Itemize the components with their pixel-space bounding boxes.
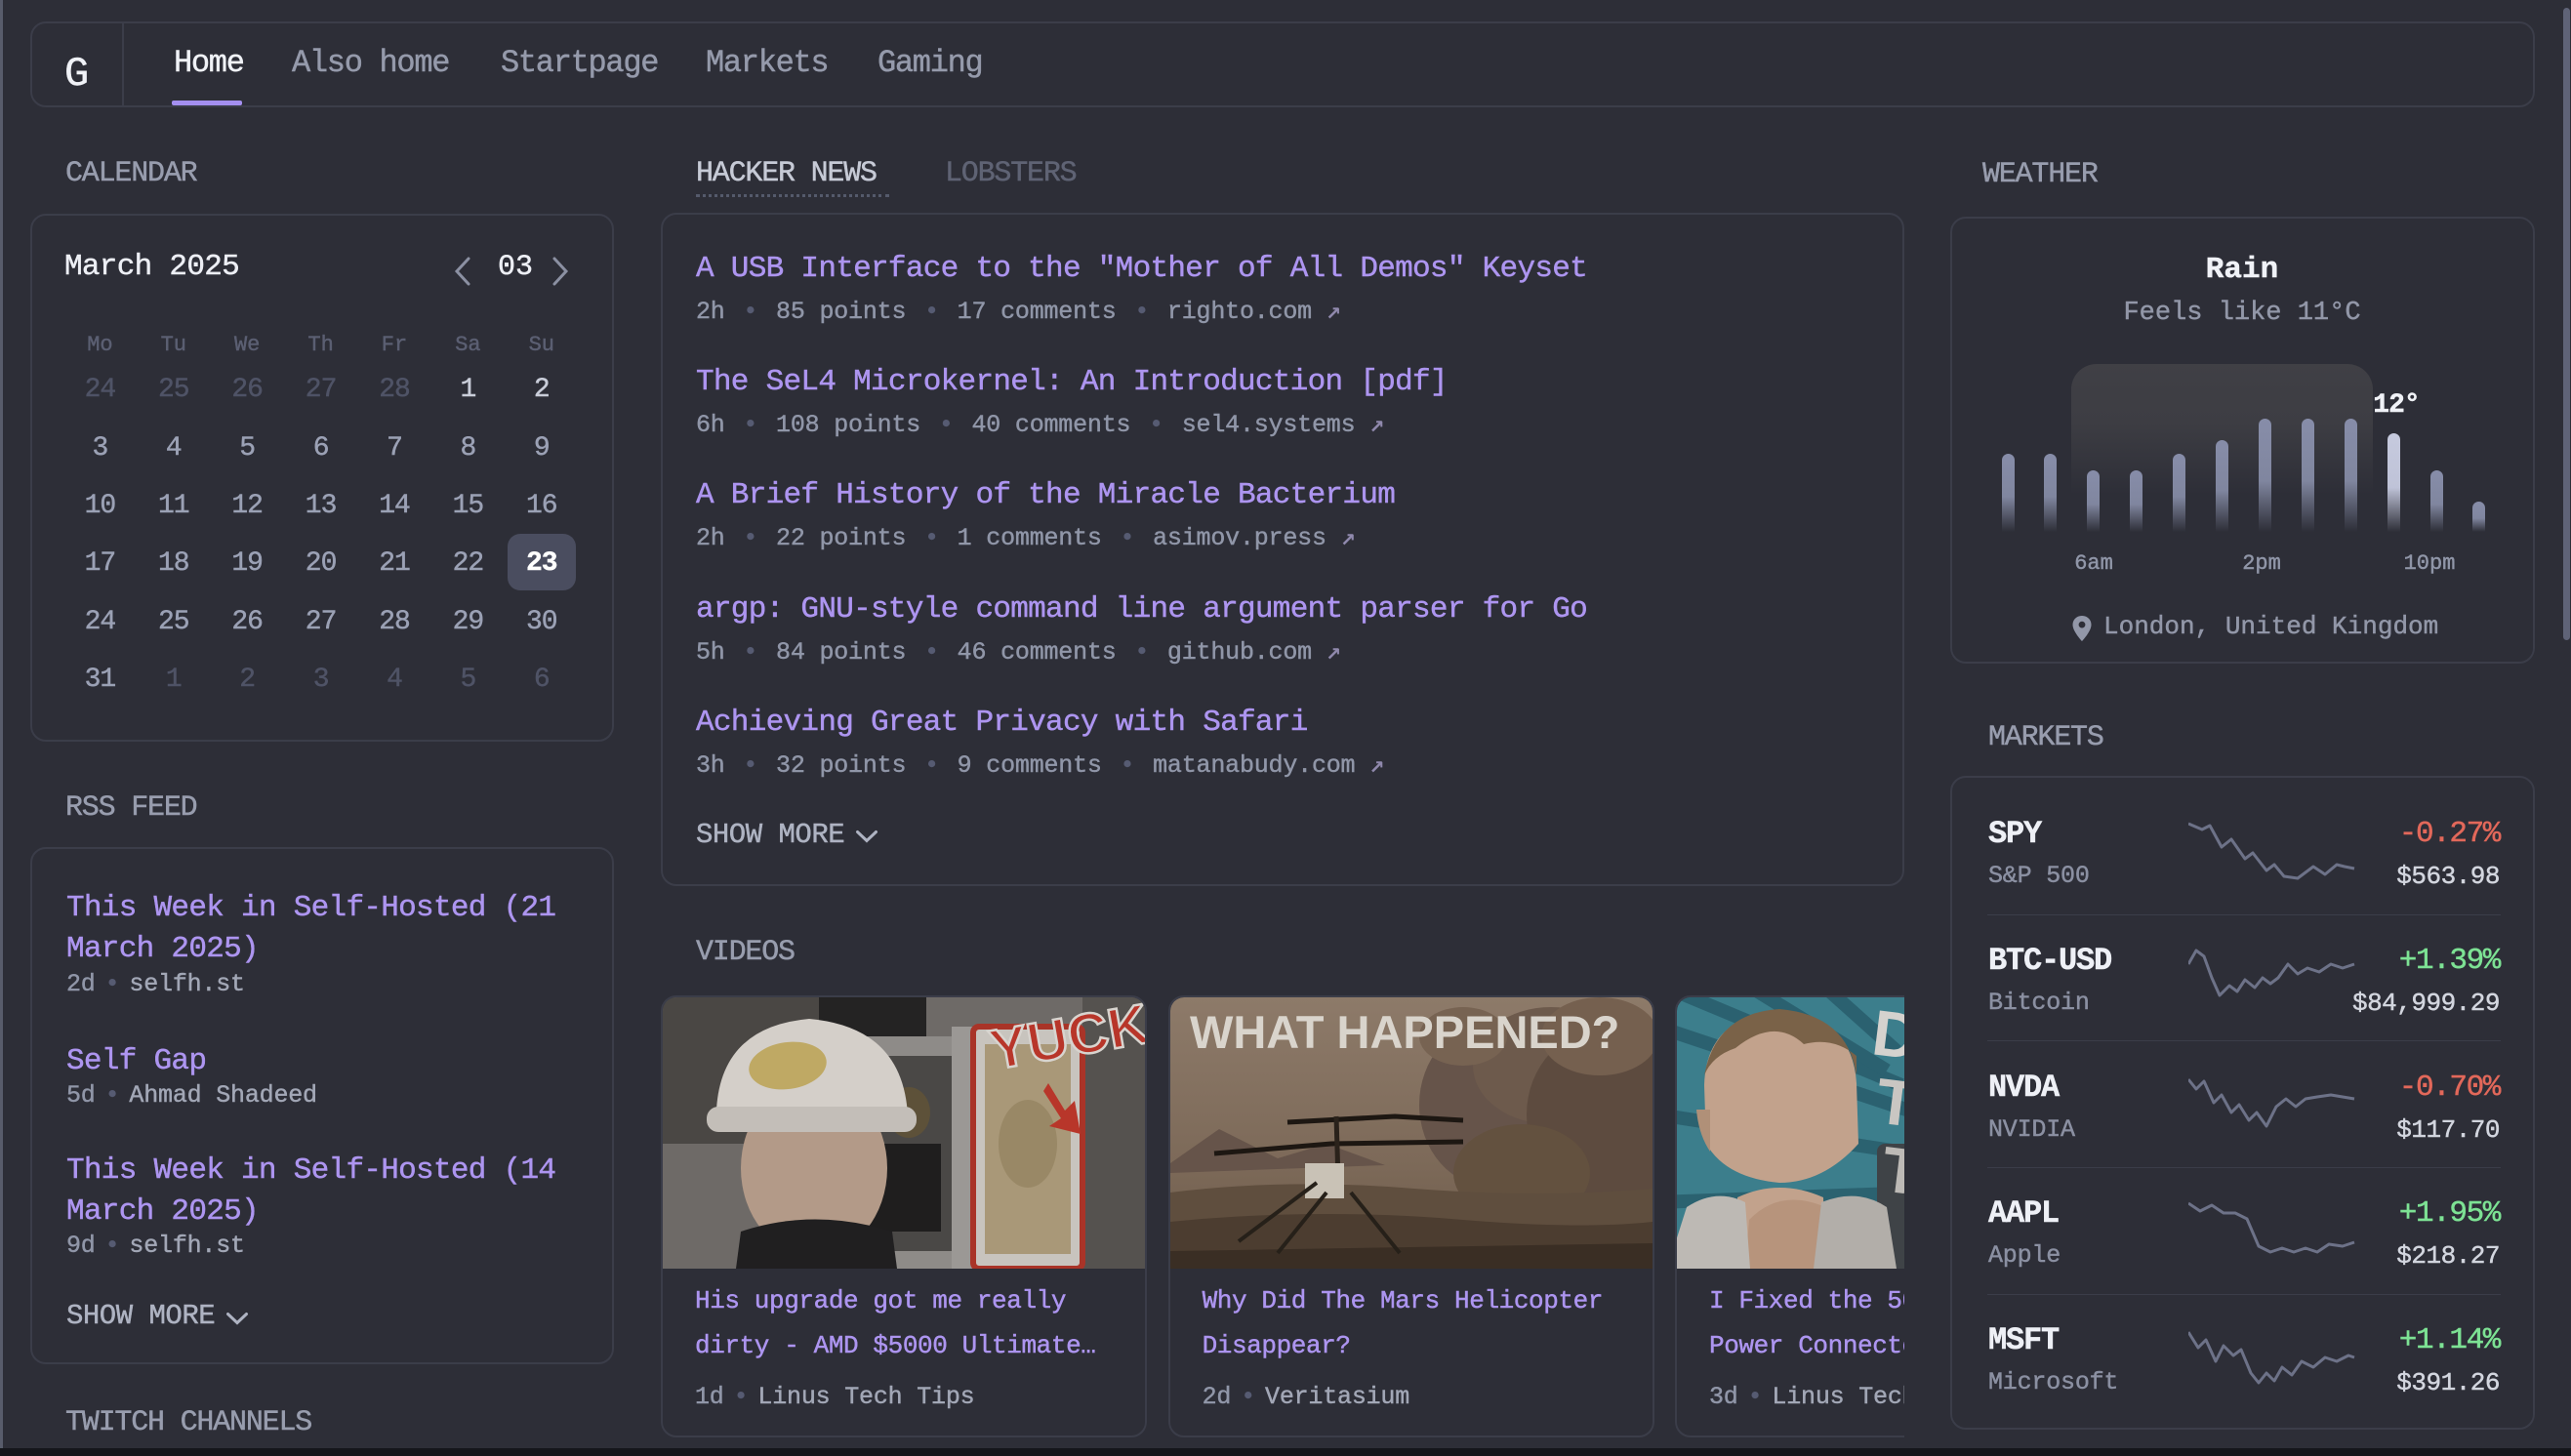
- svg-text:WHAT HAPPENED?: WHAT HAPPENED?: [1190, 1006, 1619, 1058]
